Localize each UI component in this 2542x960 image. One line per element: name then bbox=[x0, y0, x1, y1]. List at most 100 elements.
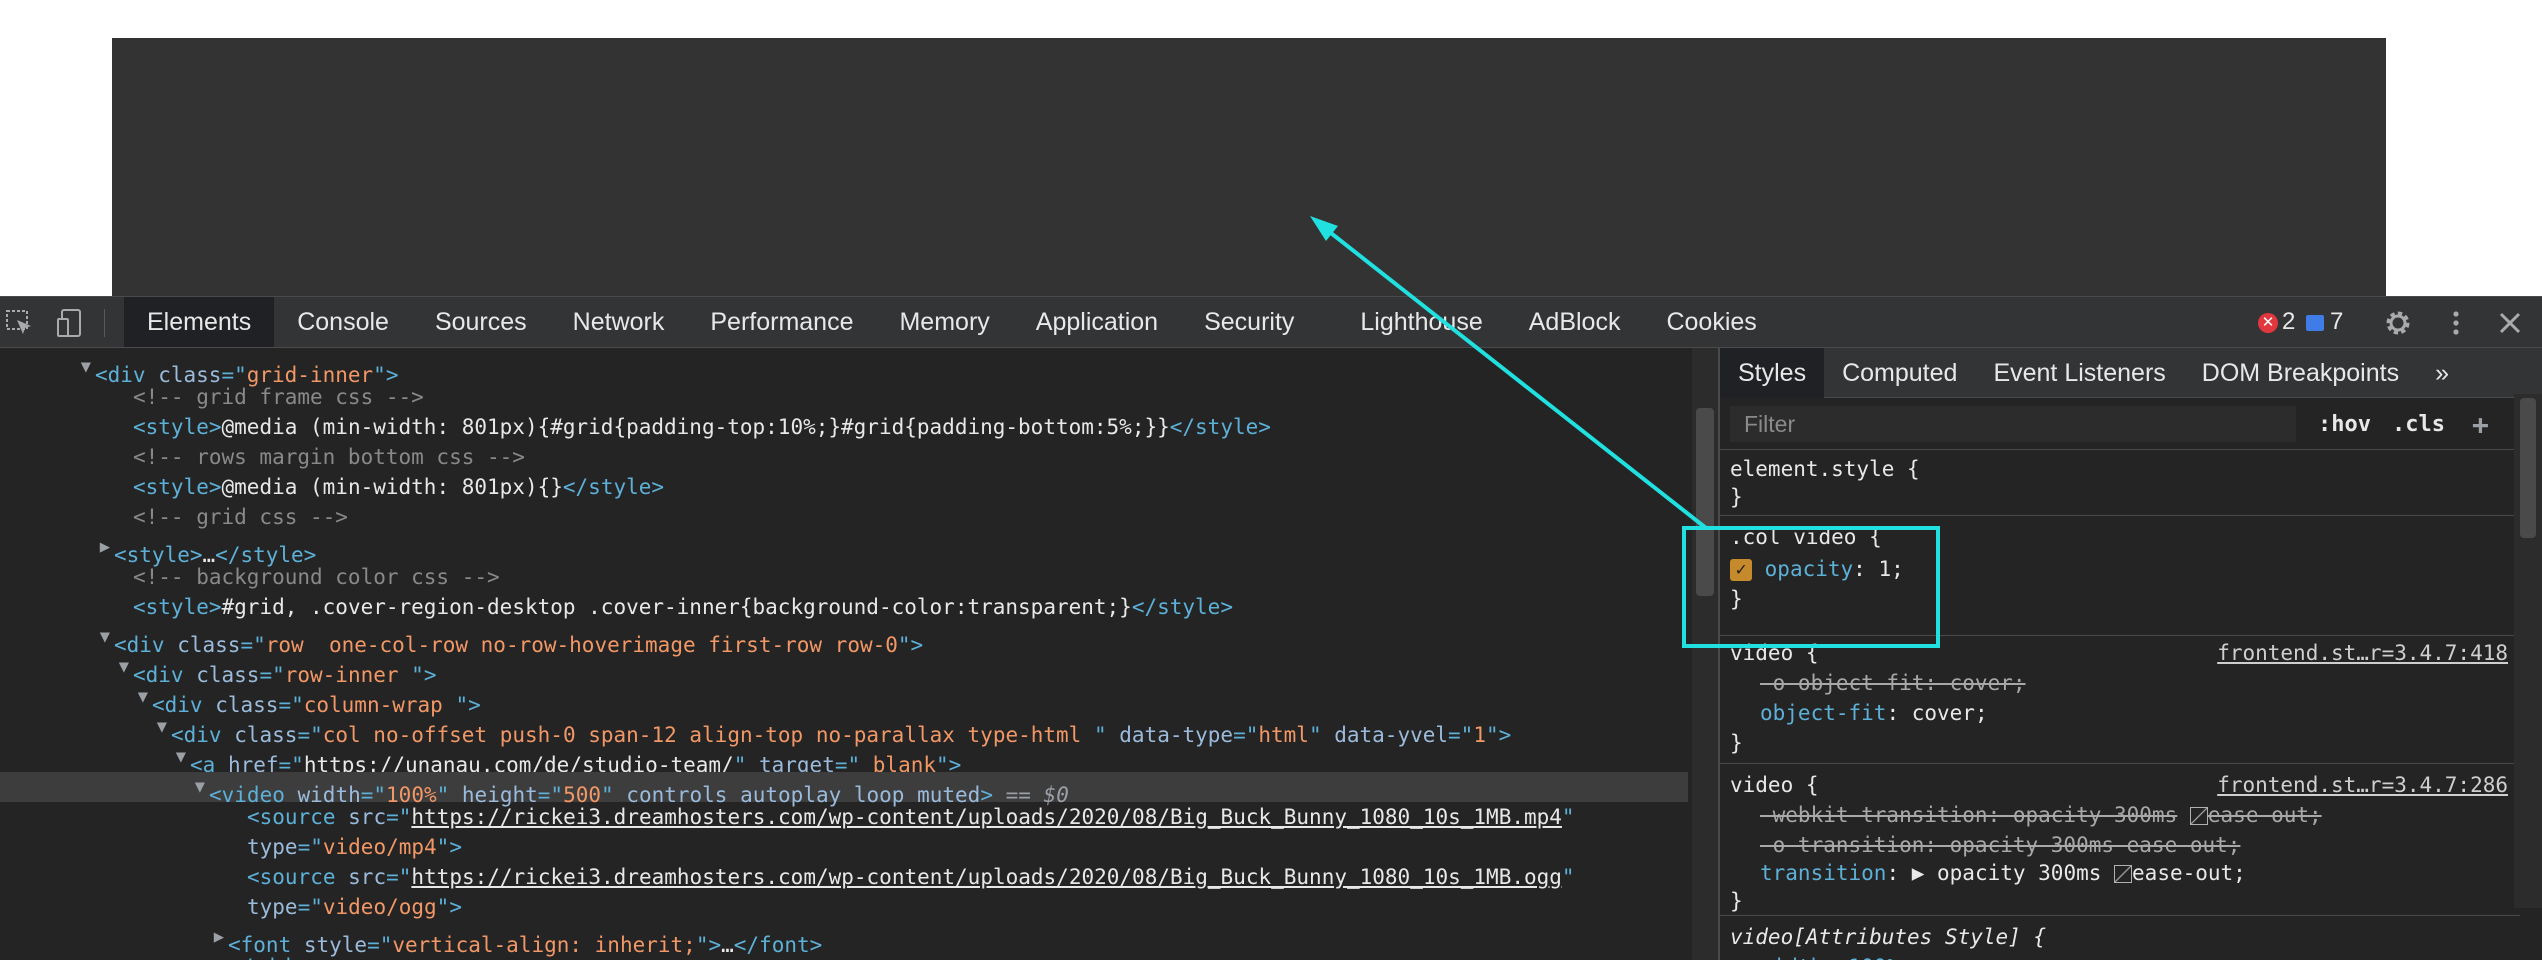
collapse-triangle-icon[interactable]: ▼ bbox=[81, 352, 91, 382]
dom-node-line[interactable]: <source src="https://rickei3.dreamhoster… bbox=[0, 862, 1688, 892]
overridden-property[interactable]: -webkit-transition: opacity 300ms bbox=[1760, 803, 2177, 827]
dom-node-line[interactable]: ▼ <div class="grid-inner"> bbox=[0, 352, 1688, 387]
code-token: <source bbox=[247, 865, 349, 889]
overridden-property[interactable]: -o-transition: opacity 300ms ease-out; bbox=[1760, 833, 2240, 857]
new-rule-button[interactable]: + bbox=[2472, 408, 2489, 442]
message-count: 7 bbox=[2330, 308, 2344, 335]
indent: ▶ bbox=[0, 922, 228, 952]
collapse-triangle-icon[interactable]: ▼ bbox=[119, 652, 129, 682]
tab-performance[interactable]: Performance bbox=[687, 297, 876, 347]
code-token: </style> bbox=[1169, 415, 1271, 439]
dom-node-line[interactable]: ▶ <style>…</style> bbox=[0, 532, 1688, 567]
property-line[interactable]: width: 100%; bbox=[1760, 952, 1912, 960]
close-icon[interactable] bbox=[2494, 307, 2526, 339]
dom-node-line[interactable]: <!-- grid frame css --> bbox=[0, 382, 1688, 412]
dom-node-line[interactable]: ▼ <div class="row-inner "> bbox=[0, 652, 1688, 687]
code-token: type bbox=[247, 835, 298, 859]
dom-node-line[interactable]: <source src="https://rickei3.dreamhoster… bbox=[0, 802, 1688, 832]
selector: element.style { bbox=[1730, 457, 1920, 481]
gear-icon[interactable] bbox=[2382, 307, 2414, 339]
message-badge[interactable]: 7 bbox=[2306, 309, 2343, 335]
more-options-icon[interactable] bbox=[2440, 307, 2472, 339]
selector: video { bbox=[1730, 773, 1819, 797]
collapse-triangle-icon[interactable]: ▼ bbox=[157, 712, 167, 742]
dom-node-line[interactable]: <!-- rows margin bottom css --> bbox=[0, 442, 1688, 472]
tab-sources[interactable]: Sources bbox=[412, 297, 550, 347]
more-tabs-icon[interactable]: » bbox=[2417, 348, 2467, 398]
filter-input[interactable]: Filter bbox=[1730, 406, 2296, 442]
collapse-triangle-icon[interactable]: ▼ bbox=[100, 622, 110, 652]
expand-triangle-icon[interactable]: ▶ bbox=[214, 922, 224, 952]
subtab-dom-breakpoints[interactable]: DOM Breakpoints bbox=[2184, 348, 2417, 398]
code-token[interactable]: https://rickei3.dreamhosters.com/wp-cont… bbox=[411, 865, 1562, 889]
subtab-computed[interactable]: Computed bbox=[1824, 348, 1975, 398]
tab-memory[interactable]: Memory bbox=[876, 297, 1012, 347]
video-element[interactable] bbox=[112, 38, 2386, 296]
code-token: <!-- grid frame css --> bbox=[133, 385, 424, 409]
dom-node-line[interactable]: type="video/mp4"> bbox=[0, 832, 1688, 862]
collapse-triangle-icon[interactable]: ▼ bbox=[138, 682, 148, 712]
dom-node-line[interactable]: ▼ <div class="col no-offset push-0 span-1… bbox=[0, 712, 1688, 747]
code-token: type bbox=[247, 895, 298, 919]
inspect-element-icon[interactable] bbox=[4, 307, 36, 339]
tab-application[interactable]: Application bbox=[1013, 297, 1181, 347]
property-value[interactable]: : ▶ opacity 300ms bbox=[1886, 861, 2101, 885]
error-badge[interactable]: ✕ 2 bbox=[2258, 309, 2295, 335]
styles-scrollbar[interactable] bbox=[2514, 394, 2542, 908]
dom-node-line[interactable]: <style>#grid, .cover-region-desktop .cov… bbox=[0, 592, 1688, 622]
subtab-styles[interactable]: Styles bbox=[1720, 348, 1825, 398]
dom-node-line[interactable]: <style>@media (min-width: 801px){}</styl… bbox=[0, 472, 1688, 502]
styles-subtabs: Styles Computed Event Listeners DOM Breakpo… bbox=[1720, 348, 2542, 398]
dom-node-line[interactable]: type="video/ogg"> bbox=[0, 892, 1688, 922]
annotation-highlight-box bbox=[1682, 526, 1940, 648]
dom-node-line[interactable]: ▶ <font style="vertical-align: inherit;">… bbox=[0, 922, 1688, 957]
tab-network[interactable]: Network bbox=[550, 297, 688, 347]
scroll-thumb[interactable] bbox=[2520, 398, 2536, 538]
page-viewport bbox=[0, 0, 2542, 296]
dom-node-line[interactable]: ▼ <div class="column-wrap "> bbox=[0, 682, 1688, 717]
styles-pane: Styles Computed Event Listeners DOM Breakpo… bbox=[1720, 348, 2542, 960]
tab-lighthouse[interactable]: Lighthouse bbox=[1337, 297, 1505, 347]
hov-button[interactable]: :hov bbox=[2318, 408, 2371, 442]
code-token: =" bbox=[297, 835, 323, 859]
close-brace: } bbox=[1730, 485, 1743, 509]
tab-console[interactable]: Console bbox=[274, 297, 412, 347]
overridden-value: ease-out; bbox=[2207, 803, 2322, 827]
code-token: </style> bbox=[562, 475, 665, 499]
indent: ▼ bbox=[0, 712, 171, 742]
indent: ▼ bbox=[0, 622, 114, 652]
overridden-property[interactable]: -o-object-fit: cover; bbox=[1760, 671, 2026, 695]
device-toolbar-icon[interactable] bbox=[56, 307, 88, 339]
collapse-triangle-icon[interactable]: ▼ bbox=[176, 742, 186, 772]
elements-scrollbar[interactable] bbox=[1692, 348, 1718, 960]
easing-icon[interactable] bbox=[2114, 865, 2133, 883]
source-link[interactable]: frontend.st…r=3.4.7:418 bbox=[2217, 638, 2508, 668]
code-token[interactable]: https://rickei3.dreamhosters.com/wp-cont… bbox=[411, 805, 1562, 829]
dom-node-line[interactable]: <!-- background color css --> bbox=[0, 562, 1688, 592]
property-name[interactable]: transition bbox=[1760, 861, 1886, 885]
dom-node-line[interactable]: ▼ <div class="row one-col-row no-row-hove… bbox=[0, 622, 1688, 657]
subtab-event-listeners[interactable]: Event Listeners bbox=[1975, 348, 2183, 398]
dom-node-line[interactable]: ▼ <video width="100%" height="500" contro… bbox=[0, 772, 1688, 807]
expand-triangle-icon[interactable]: ▶ bbox=[100, 532, 110, 562]
easing-icon[interactable] bbox=[2189, 807, 2208, 825]
dom-node-line[interactable]: <!-- grid css --> bbox=[0, 502, 1688, 532]
property-value[interactable]: : cover; bbox=[1886, 701, 1987, 725]
cls-button[interactable]: .cls bbox=[2392, 408, 2445, 442]
collapse-triangle-icon[interactable]: ▼ bbox=[195, 772, 205, 802]
code-token: <style> bbox=[133, 475, 222, 499]
tab-adblock[interactable]: AdBlock bbox=[1506, 297, 1644, 347]
dom-node-line[interactable]: <style>@media (min-width: 801px){#grid{p… bbox=[0, 412, 1688, 442]
message-icon bbox=[2306, 314, 2324, 331]
tab-elements[interactable]: Elements bbox=[124, 297, 275, 347]
tab-cookies[interactable]: Cookies bbox=[1643, 297, 1779, 347]
tab-security[interactable]: Security bbox=[1181, 297, 1317, 347]
source-link[interactable]: frontend.st…r=3.4.7:286 bbox=[2217, 770, 2508, 800]
close-brace: } bbox=[1730, 889, 1743, 913]
property-name[interactable]: object-fit bbox=[1760, 701, 1886, 725]
code-token: "> bbox=[436, 895, 462, 919]
indent: ▼ bbox=[0, 682, 152, 712]
dom-node-line[interactable]: </video> bbox=[0, 952, 1688, 960]
dom-node-line[interactable]: ▼ <a href="https://unanau.com/de/studio-t… bbox=[0, 742, 1688, 777]
code-token: video/mp4 bbox=[322, 835, 437, 859]
